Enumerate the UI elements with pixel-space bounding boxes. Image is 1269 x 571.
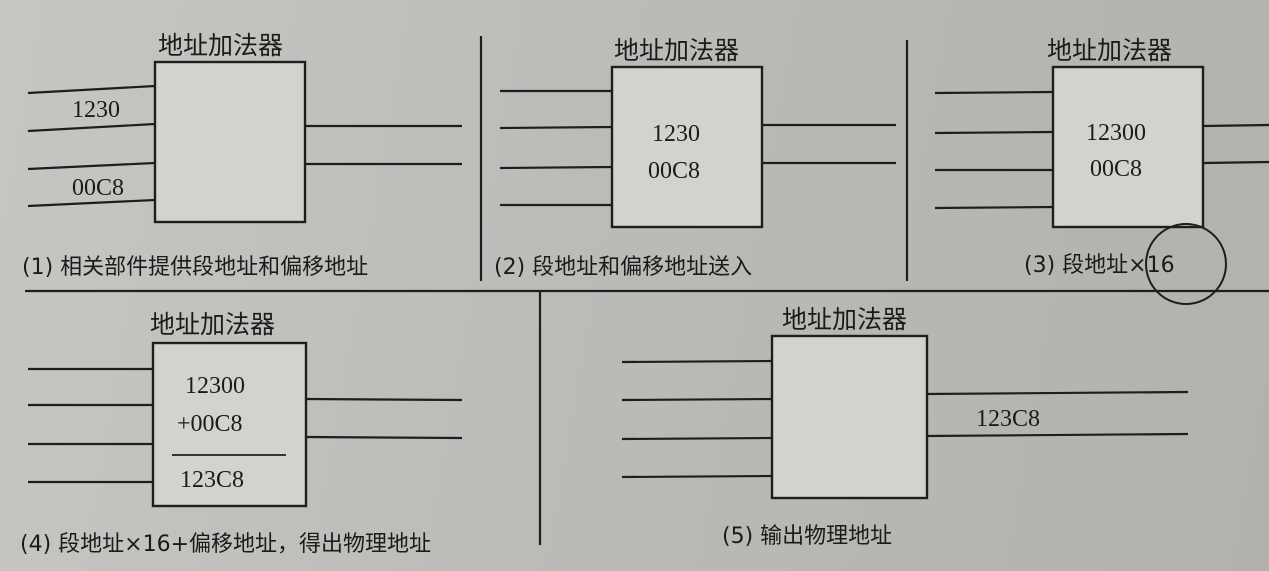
input-wire <box>934 130 1054 135</box>
input-wire <box>27 84 156 95</box>
panel-4-addend-2: +00C8 <box>177 411 243 437</box>
input-wire <box>621 397 773 402</box>
input-wire <box>499 125 613 130</box>
adder-box-1 <box>153 60 307 224</box>
panel-5-title: 地址加法器 <box>782 305 908 334</box>
input-wire <box>27 122 156 133</box>
panel-1-title: 地址加法器 <box>158 31 284 60</box>
adder-box-3 <box>1051 65 1205 229</box>
output-wire <box>305 435 463 440</box>
panel-3-segment-value: 12300 <box>1086 120 1146 146</box>
panel-3-offset-value: 00C8 <box>1090 156 1143 182</box>
output-wire <box>926 432 1189 438</box>
panel-2-title: 地址加法器 <box>614 36 740 65</box>
input-wire <box>934 90 1054 95</box>
panel-2-offset-value: 00C8 <box>648 158 701 184</box>
panel-5-graphics <box>621 334 1189 500</box>
input-wire <box>621 474 773 479</box>
panel-2-caption: (2) 段地址和偏移地址送入 <box>494 255 753 280</box>
panel-3-caption: (3) 段地址×16 <box>1024 253 1175 278</box>
output-wire <box>1202 160 1269 165</box>
address-adder-diagram: 地址加法器 1230 00C8 (1) 相关部件提供段地址和偏移地址 地址加法器… <box>0 0 1269 571</box>
panel-5-output-value: 123C8 <box>976 406 1041 432</box>
adder-box-2 <box>610 65 764 229</box>
panel-1-caption: (1) 相关部件提供段地址和偏移地址 <box>22 255 369 280</box>
panel-4-caption: (4) 段地址×16+偏移地址，得出物理地址 <box>20 532 432 557</box>
input-wire <box>27 161 156 171</box>
panel-1-offset-value: 00C8 <box>72 175 125 201</box>
input-wire <box>621 359 773 364</box>
panel-3-title: 地址加法器 <box>1047 36 1173 65</box>
panel-1-segment-value: 1230 <box>72 97 120 123</box>
panel-4-sum: 123C8 <box>180 467 245 493</box>
panel-4-graphics <box>28 341 463 508</box>
panel-2-segment-value: 1230 <box>652 121 700 147</box>
panel-5-caption: (5) 输出物理地址 <box>722 524 893 549</box>
panel-4-addend-1: 12300 <box>185 373 245 399</box>
input-wire <box>621 436 773 441</box>
output-wire <box>305 397 463 402</box>
output-wire <box>926 390 1189 396</box>
panel-4-title: 地址加法器 <box>150 310 276 339</box>
input-wire <box>934 205 1054 210</box>
input-wire <box>499 165 613 170</box>
output-wire <box>1202 123 1269 128</box>
adder-box-5 <box>770 334 929 500</box>
panel-2-graphics <box>499 65 896 229</box>
